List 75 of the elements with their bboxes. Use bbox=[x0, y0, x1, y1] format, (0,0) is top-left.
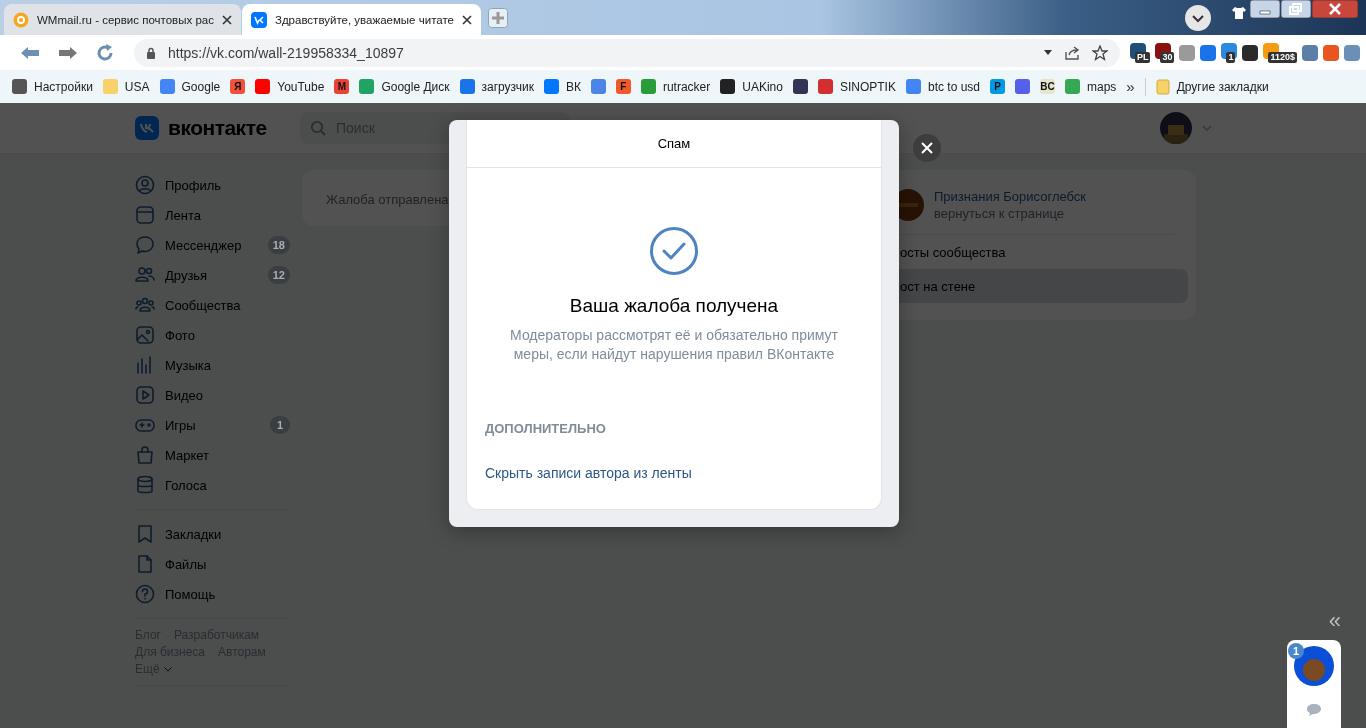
new-tab-icon[interactable] bbox=[487, 7, 508, 28]
restore-icon[interactable] bbox=[1281, 0, 1311, 18]
sidebar-item[interactable]: Друзья 12 bbox=[135, 260, 302, 290]
close-icon[interactable] bbox=[913, 134, 941, 162]
checkmark-icon bbox=[649, 226, 699, 276]
bookmarks-overflow[interactable]: » bbox=[1126, 78, 1135, 95]
bookmark[interactable]: M bbox=[334, 79, 350, 94]
chevron-down-icon[interactable] bbox=[1185, 4, 1211, 31]
extension-badge: 1 bbox=[1226, 51, 1236, 63]
extension-badge: 1120$ bbox=[1268, 51, 1297, 63]
avatar[interactable] bbox=[1294, 646, 1334, 686]
bookmark[interactable]: SINOPTIK bbox=[817, 79, 896, 94]
bookmark-icon bbox=[135, 524, 155, 544]
bookmark-folder[interactable]: Другие закладки bbox=[1155, 78, 1269, 95]
vk-logo-icon bbox=[135, 116, 159, 140]
count-badge: 12 bbox=[267, 266, 290, 284]
count-badge: 1 bbox=[270, 416, 290, 434]
address-bar[interactable]: https://vk.com/wall-219958334_10897 bbox=[134, 38, 1120, 67]
sidebar-item[interactable]: Мессенджер 18 bbox=[135, 230, 302, 260]
chevron-down-icon bbox=[163, 666, 172, 672]
unread-badge: 1 bbox=[1288, 643, 1304, 659]
site-logo[interactable]: вконтакте bbox=[168, 116, 267, 140]
caret-icon[interactable] bbox=[1043, 50, 1052, 55]
close-icon[interactable] bbox=[461, 14, 472, 25]
bookmark[interactable]: ВК bbox=[543, 79, 581, 94]
collapse-button[interactable]: « bbox=[1328, 610, 1341, 632]
profile-icon bbox=[135, 175, 155, 195]
play-icon bbox=[135, 385, 155, 405]
bookmark[interactable]: maps bbox=[1065, 79, 1117, 94]
bookmark[interactable]: rutracker bbox=[640, 79, 711, 94]
bookmark[interactable]: Я bbox=[230, 79, 246, 94]
mail-icon bbox=[13, 11, 29, 28]
bookmark[interactable]: Настройки bbox=[12, 79, 93, 94]
search-icon bbox=[310, 120, 326, 136]
help-icon bbox=[135, 584, 155, 604]
dialog-title: Спам bbox=[657, 136, 691, 151]
people-icon bbox=[135, 265, 155, 285]
star-icon[interactable] bbox=[1091, 44, 1108, 61]
bookmark[interactable]: P bbox=[990, 79, 1005, 94]
extension-badge: PL bbox=[1134, 51, 1151, 63]
bookmark[interactable]: btc to usd bbox=[905, 79, 980, 94]
bag-icon bbox=[135, 445, 155, 465]
close-icon[interactable] bbox=[221, 14, 232, 25]
folder-icon bbox=[1155, 78, 1170, 95]
share-icon[interactable] bbox=[1063, 44, 1080, 61]
bookmark[interactable]: UAKino bbox=[720, 79, 783, 94]
bookmark[interactable]: YouTube bbox=[255, 79, 325, 94]
bookmark[interactable] bbox=[792, 79, 808, 94]
hide-posts-link[interactable]: Скрыть записи автора из ленты bbox=[485, 465, 692, 481]
extension-badge: 30 bbox=[1160, 51, 1175, 63]
browser-tab[interactable]: Здравствуйте, уважаемые читате bbox=[241, 4, 481, 35]
sidebar-item[interactable]: Игры 1 bbox=[135, 410, 302, 440]
speech-bubble-icon bbox=[135, 235, 155, 255]
minimize-icon[interactable] bbox=[1250, 0, 1280, 18]
dialog-heading: Ваша жалоба получена bbox=[569, 295, 779, 317]
image-icon bbox=[135, 325, 155, 345]
bookmark[interactable]: F bbox=[615, 79, 631, 94]
browser-tab[interactable]: WMmail.ru - сервис почтовых рас bbox=[4, 4, 241, 35]
newspaper-icon bbox=[135, 205, 155, 225]
database-icon bbox=[135, 475, 155, 495]
bookmark[interactable]: Google bbox=[159, 79, 221, 94]
shirt-icon[interactable] bbox=[1231, 5, 1247, 20]
group-icon bbox=[135, 295, 155, 315]
dialog-message: Модераторы рассмотрят её и обязательно примут меры, если найдут нарушения правил ВКонтакте bbox=[509, 326, 839, 364]
section-heading: ДОПОЛНИТЕЛЬНО bbox=[485, 421, 607, 436]
vk-icon bbox=[250, 11, 267, 28]
bookmark[interactable]: Google Диск bbox=[359, 79, 450, 94]
bookmark[interactable]: USA bbox=[102, 79, 150, 94]
close-icon[interactable] bbox=[1312, 0, 1358, 18]
count-badge: 18 bbox=[267, 236, 290, 254]
lock-icon bbox=[146, 46, 156, 59]
bookmark[interactable]: загрузчик bbox=[459, 79, 534, 94]
file-icon bbox=[135, 554, 155, 574]
bookmark[interactable]: BC bbox=[1040, 79, 1055, 94]
extension-icon[interactable] bbox=[1242, 44, 1259, 61]
